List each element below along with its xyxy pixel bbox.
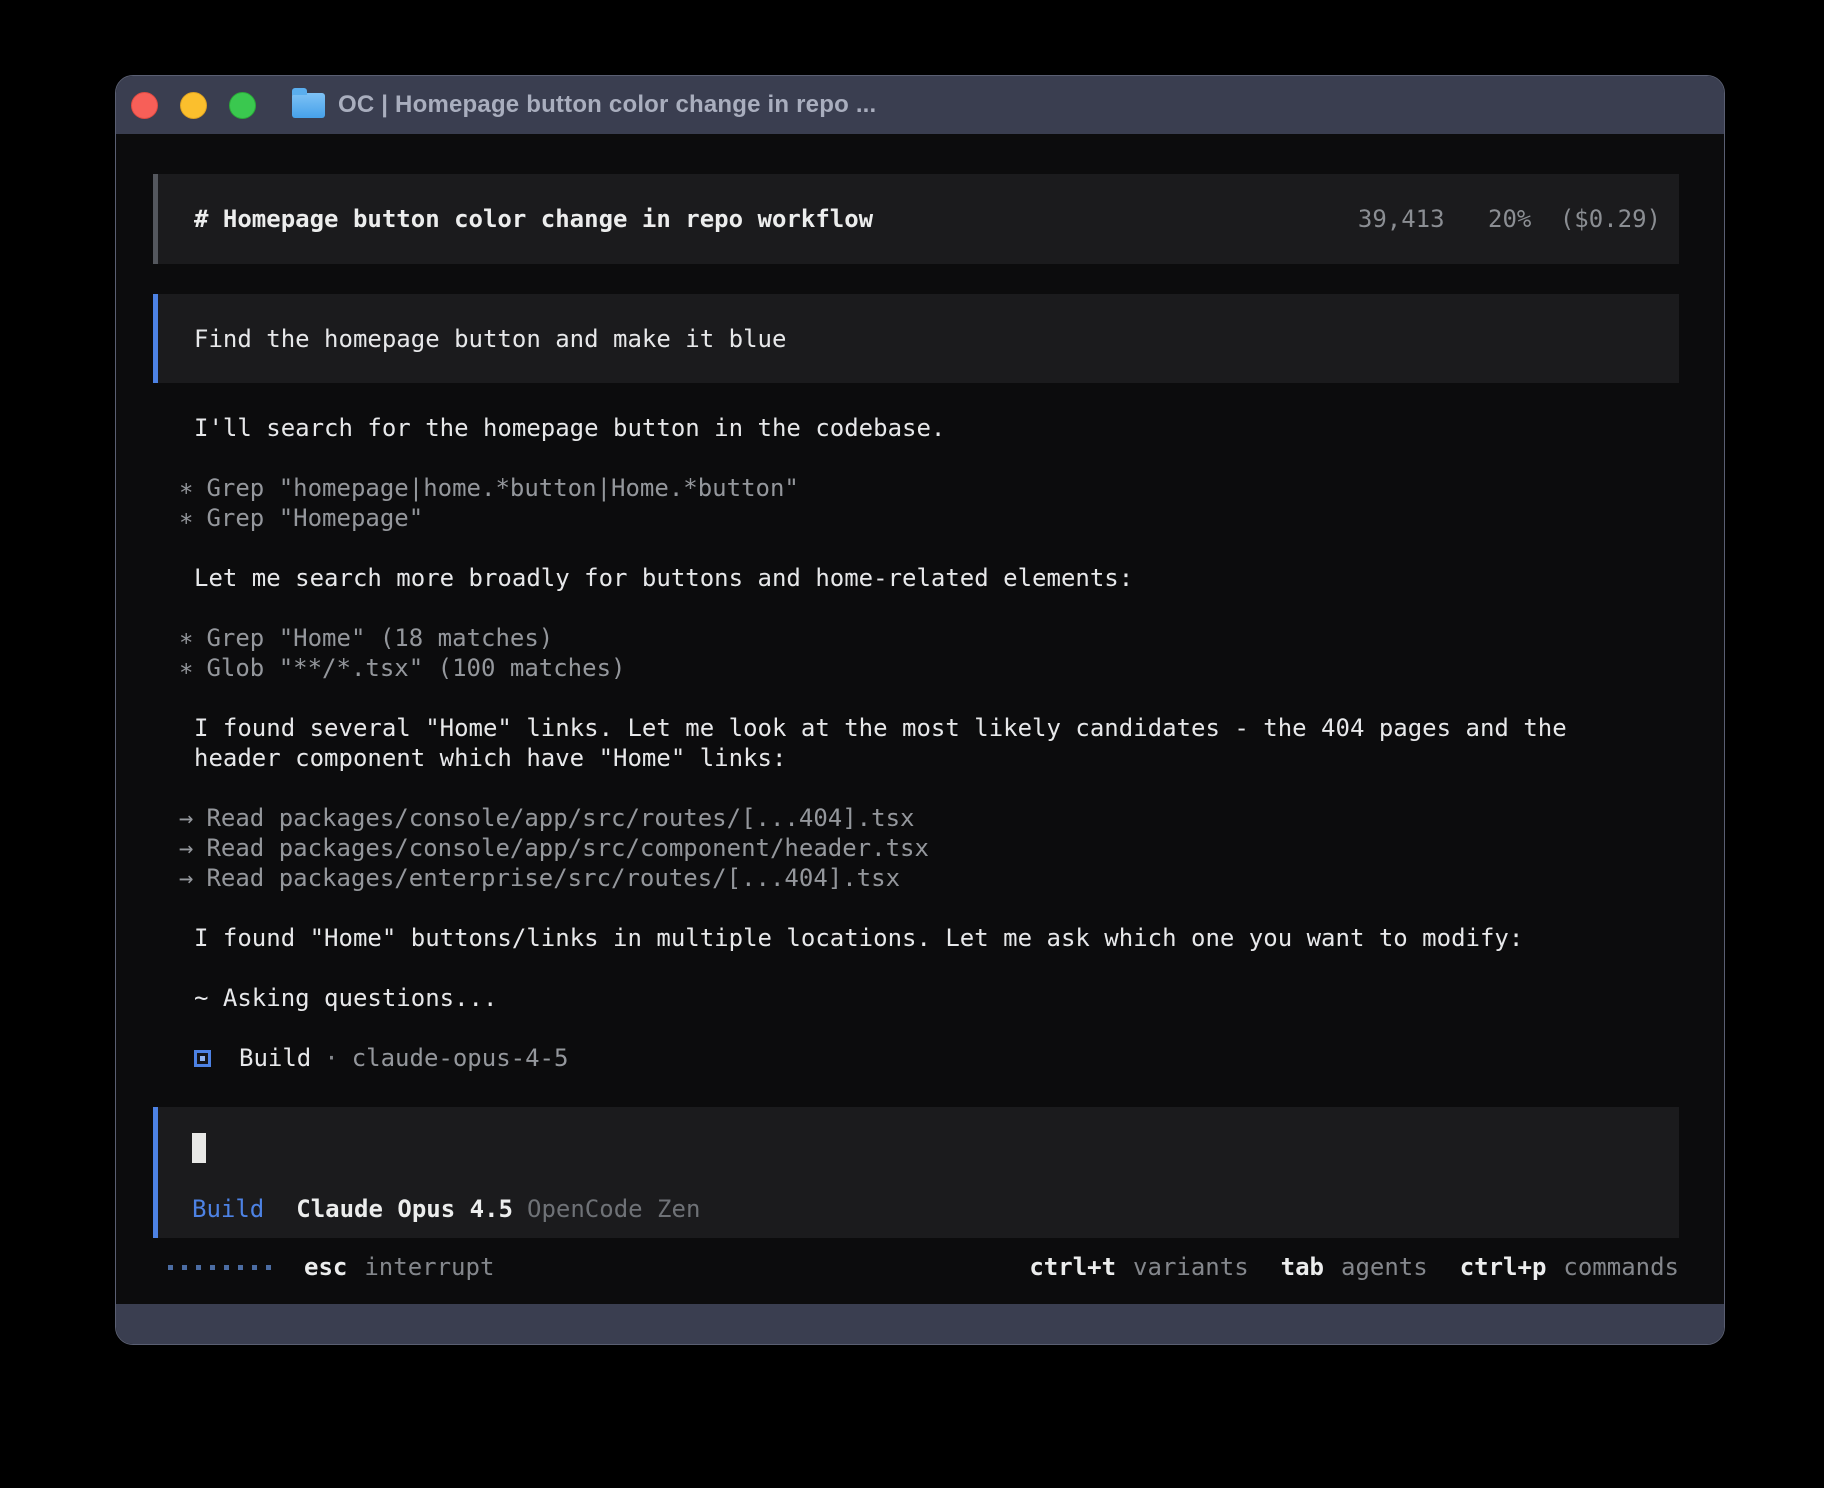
spinner-dot (252, 1265, 257, 1270)
assistant-text-line: I found several "Home" links. Let me loo… (194, 713, 1679, 743)
tool-call-group: ∗ Grep "Home" (18 matches) ∗ Glob "**/*.tsx… (153, 623, 1679, 683)
session-title: # Homepage button color change in repo w… (194, 204, 873, 234)
tool-call-line: ∗ Grep "Home" (18 matches) (179, 623, 1679, 653)
desktop-background: OC | Homepage button color change in rep… (0, 0, 1824, 1488)
spinner-dot (266, 1265, 271, 1270)
input-meta-row: Build Claude Opus 4.5 OpenCode Zen (192, 1194, 1679, 1224)
agent-square-icon (194, 1050, 211, 1067)
hint-label: variants (1133, 1253, 1249, 1281)
assistant-text-line: Let me search more broadly for buttons a… (194, 563, 1679, 593)
hint-label: agents (1341, 1253, 1428, 1281)
tool-call-line: ∗ Glob "**/*.tsx" (100 matches) (179, 653, 1679, 683)
spinner-dot (196, 1265, 201, 1270)
asterisk-tool-icon: ∗ (179, 474, 193, 502)
interrupt-key: esc (304, 1253, 347, 1281)
assistant-text-line: ~ Asking questions... (194, 983, 1679, 1013)
keyboard-hint-variants: ctrl+t variants (1029, 1252, 1248, 1282)
session-header: # Homepage button color change in repo w… (153, 174, 1679, 264)
assistant-paragraph: I'll search for the homepage button in t… (153, 413, 1679, 443)
working-spinner-dots (168, 1265, 271, 1270)
assistant-response: I'll search for the homepage button in t… (153, 413, 1679, 1073)
arrow-right-read-icon: → (179, 804, 193, 832)
asterisk-tool-icon: ∗ (179, 624, 193, 652)
tool-call-text: Grep "Home" (18 matches) (206, 624, 553, 652)
assistant-paragraph: I found several "Home" links. Let me loo… (153, 713, 1679, 773)
keyboard-hints: ctrl+t variants tab agents ctrl+p commands (997, 1252, 1679, 1282)
spinner-dot (168, 1265, 173, 1270)
provider-label: OpenCode Zen (527, 1194, 700, 1224)
assistant-text-line: header component which have "Home" links… (194, 743, 1679, 773)
tool-call-line: ∗ Grep "Homepage" (179, 503, 1679, 533)
close-button[interactable] (131, 92, 158, 119)
tool-call-text: Read packages/enterprise/src/routes/[...… (206, 864, 900, 892)
terminal-window: OC | Homepage button color change in rep… (115, 75, 1725, 1345)
window-bottom-strip (116, 1304, 1724, 1344)
tool-call-group: → Read packages/console/app/src/routes/[.… (153, 803, 1679, 893)
keyboard-hint-agents: tab agents (1281, 1252, 1428, 1282)
tool-call-text: Read packages/console/app/src/routes/[..… (206, 804, 914, 832)
folder-icon (292, 93, 325, 118)
user-message: Find the homepage button and make it blu… (153, 294, 1679, 383)
context-percent: 20% (1488, 205, 1531, 233)
text-cursor (192, 1133, 206, 1163)
tool-call-text: Grep "homepage|home.*button|Home.*button… (206, 474, 798, 502)
tool-call-line: → Read packages/enterprise/src/routes/[..… (179, 863, 1679, 893)
model-label: Claude Opus 4.5 (296, 1194, 513, 1224)
assistant-text-line: I'll search for the homepage button in t… (194, 413, 1679, 443)
tool-call-line: ∗ Grep "homepage|home.*button|Home.*butto… (179, 473, 1679, 503)
tool-call-text: Grep "Homepage" (206, 504, 423, 532)
asterisk-tool-icon: ∗ (179, 654, 193, 682)
window-title: OC | Homepage button color change in rep… (338, 91, 876, 119)
tool-call-line: → Read packages/console/app/src/component… (179, 833, 1679, 863)
arrow-right-read-icon: → (179, 864, 193, 892)
session-cost: ($0.29) (1560, 205, 1661, 233)
session-usage: 39,413 20% ($0.29) (1358, 204, 1661, 234)
spinner-dot (224, 1265, 229, 1270)
keyboard-hint-commands: ctrl+p commands (1460, 1252, 1679, 1282)
assistant-paragraph: Let me search more broadly for buttons a… (153, 563, 1679, 593)
tool-call-line: → Read packages/console/app/src/routes/[.… (179, 803, 1679, 833)
zoom-button[interactable] (229, 92, 256, 119)
minimize-button[interactable] (180, 92, 207, 119)
status-bar: escinterrupt ctrl+tvariantstabagentsctrl… (153, 1252, 1679, 1282)
hint-key: ctrl+p (1460, 1253, 1547, 1281)
hint-key: ctrl+t (1029, 1253, 1116, 1281)
spinner-dot (182, 1265, 187, 1270)
interrupt-label: interrupt (364, 1253, 494, 1281)
assistant-paragraph: ~ Asking questions... (153, 983, 1679, 1013)
window-titlebar[interactable]: OC | Homepage button color change in rep… (116, 76, 1724, 134)
agent-task-row: Build · claude-opus-4-5 (153, 1043, 1679, 1073)
spinner-dot (210, 1265, 215, 1270)
terminal-content: # Homepage button color change in repo w… (116, 134, 1724, 1304)
prompt-input[interactable]: Build Claude Opus 4.5 OpenCode Zen (153, 1107, 1679, 1238)
assistant-text-line: I found "Home" buttons/links in multiple… (194, 923, 1679, 953)
dot-separator: · (324, 1043, 338, 1073)
arrow-right-read-icon: → (179, 834, 193, 862)
spinner-dot (238, 1265, 243, 1270)
hint-label: commands (1563, 1253, 1679, 1281)
asterisk-tool-icon: ∗ (179, 504, 193, 532)
token-count: 39,413 (1358, 205, 1445, 233)
agent-model-name: claude-opus-4-5 (352, 1043, 569, 1073)
agent-mode-label: Build (192, 1194, 264, 1224)
interrupt-hint: esc interrupt (304, 1252, 494, 1282)
agent-name: Build (239, 1043, 311, 1073)
tool-call-text: Read packages/console/app/src/component/… (206, 834, 928, 862)
tool-call-text: Glob "**/*.tsx" (100 matches) (206, 654, 625, 682)
assistant-paragraph: I found "Home" buttons/links in multiple… (153, 923, 1679, 953)
hint-key: tab (1281, 1253, 1324, 1281)
tool-call-group: ∗ Grep "homepage|home.*button|Home.*butto… (153, 473, 1679, 533)
traffic-lights (131, 92, 256, 119)
user-message-text: Find the homepage button and make it blu… (194, 324, 786, 354)
